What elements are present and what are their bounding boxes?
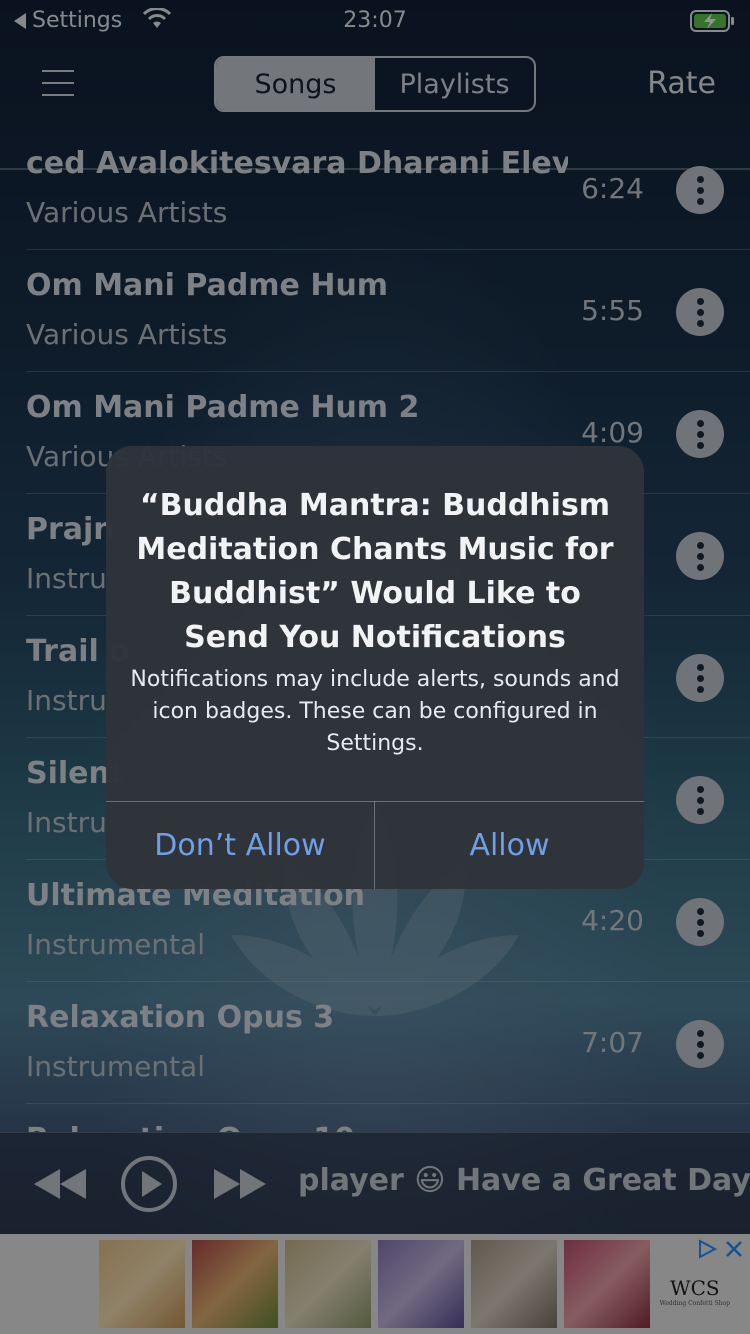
alert-message: Notifications may include alerts, sounds… (130, 667, 620, 756)
notification-permission-alert: “Buddha Mantra: Buddhism Meditation Chan… (106, 446, 644, 889)
alert-title: “Buddha Mantra: Buddhism Meditation Chan… (136, 488, 614, 655)
allow-button[interactable]: Allow (375, 802, 644, 889)
dont-allow-button[interactable]: Don’t Allow (106, 802, 374, 889)
